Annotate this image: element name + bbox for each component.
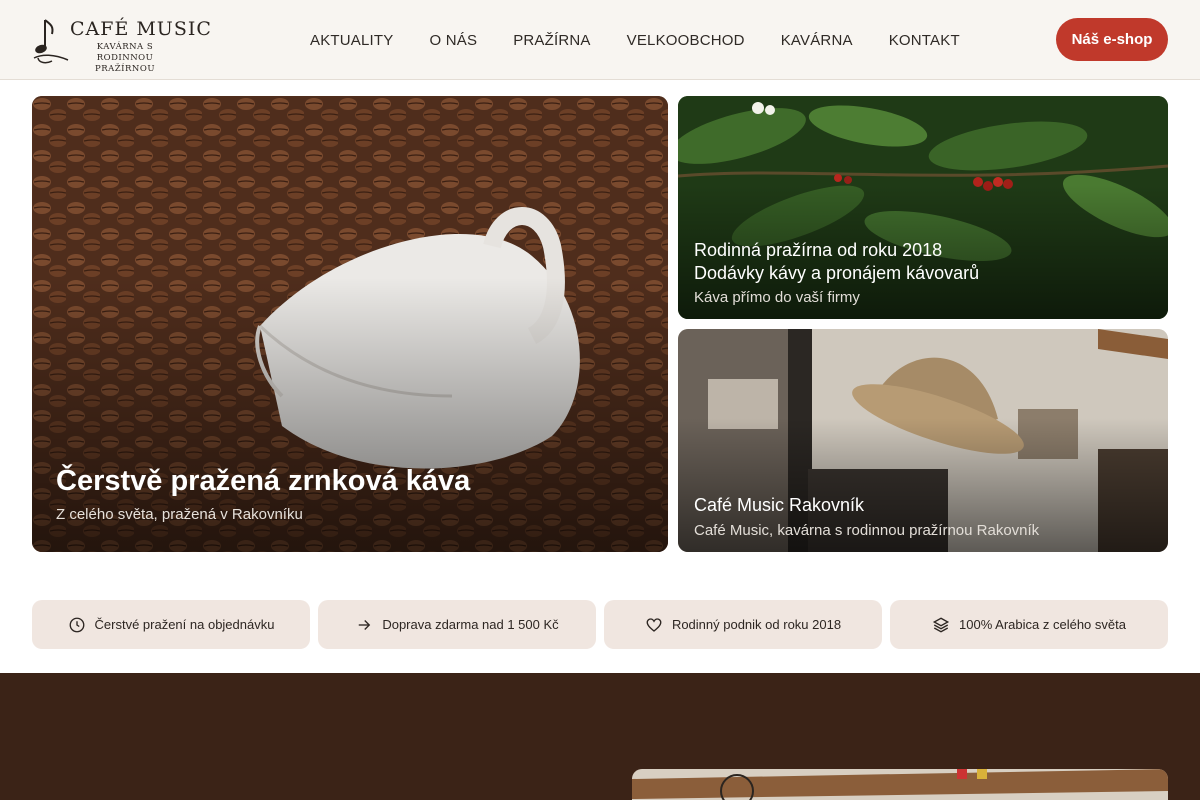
- benefit-label: Čerstvé pražení na objednávku: [94, 617, 275, 632]
- nav-item-prazirna[interactable]: PRAŽÍRNA: [495, 32, 608, 49]
- hero-card-main[interactable]: Čerstvě pražená zrnková káva Z celého sv…: [32, 96, 668, 552]
- hero-card-cafe[interactable]: Café Music Rakovník Café Music, kavárna …: [678, 329, 1168, 552]
- roastery-title-line1: Rodinná pražírna od roku 2018: [694, 240, 943, 260]
- hero-main-title: Čerstvě pražená zrnková káva: [56, 465, 471, 497]
- arrow-right-icon: [359, 619, 371, 630]
- clock-icon: [69, 617, 84, 632]
- benefit-free-shipping: Doprava zdarma nad 1 500 Kč: [318, 600, 596, 649]
- layers-icon: [932, 616, 950, 633]
- benefit-label: Rodinný podnik od roku 2018: [671, 617, 842, 632]
- logo-title: CAFÉ MUSIC: [70, 18, 212, 40]
- cafe-ceiling-image: [632, 769, 1168, 800]
- cafe-subtitle: Café Music, kavárna s rodinnou pražírnou…: [694, 522, 1040, 539]
- roastery-subtitle: Káva přímo do vaší firmy: [694, 289, 860, 306]
- site-header: CAFÉ MUSIC KAVÁRNA S RODINNOU PRAŽÍRNOU …: [0, 0, 1200, 80]
- benefit-family-business: Rodinný podnik od roku 2018: [604, 600, 882, 649]
- dark-section: [0, 673, 1200, 800]
- music-note-icon: [33, 19, 69, 64]
- hero-main-subtitle: Z celého světa, pražená v Rakovníku: [56, 506, 303, 523]
- logo-subtitle: KAVÁRNA S RODINNOU PRAŽÍRNOU: [95, 42, 155, 74]
- heart-icon: [646, 617, 662, 632]
- cafe-title: Café Music Rakovník: [694, 495, 865, 515]
- benefit-label: 100% Arabica z celého světa: [959, 617, 1126, 632]
- nav-item-velkoobchod[interactable]: VELKOOBCHOD: [609, 32, 763, 49]
- nav-item-kontakt[interactable]: KONTAKT: [871, 32, 978, 49]
- nav-item-o-nas[interactable]: O NÁS: [412, 32, 496, 49]
- nav-item-kavarna[interactable]: KAVÁRNA: [763, 32, 871, 49]
- logo[interactable]: CAFÉ MUSIC KAVÁRNA S RODINNOU PRAŽÍRNOU: [32, 14, 211, 74]
- benefit-label: Doprava zdarma nad 1 500 Kč: [382, 617, 559, 632]
- hero-card-roastery[interactable]: Rodinná pražírna od roku 2018 Dodávky ká…: [678, 96, 1168, 319]
- main-nav: AKTUALITY O NÁS PRAŽÍRNA VELKOOBCHOD KAV…: [292, 0, 978, 80]
- benefit-fresh-roasting: Čerstvé pražení na objednávku: [32, 600, 310, 649]
- benefit-arabica: 100% Arabica z celého světa: [890, 600, 1168, 649]
- nav-item-aktuality[interactable]: AKTUALITY: [292, 32, 412, 49]
- roastery-title-line2: Dodávky kávy a pronájem kávovarů: [694, 263, 980, 283]
- eshop-button[interactable]: Náš e-shop: [1056, 18, 1168, 61]
